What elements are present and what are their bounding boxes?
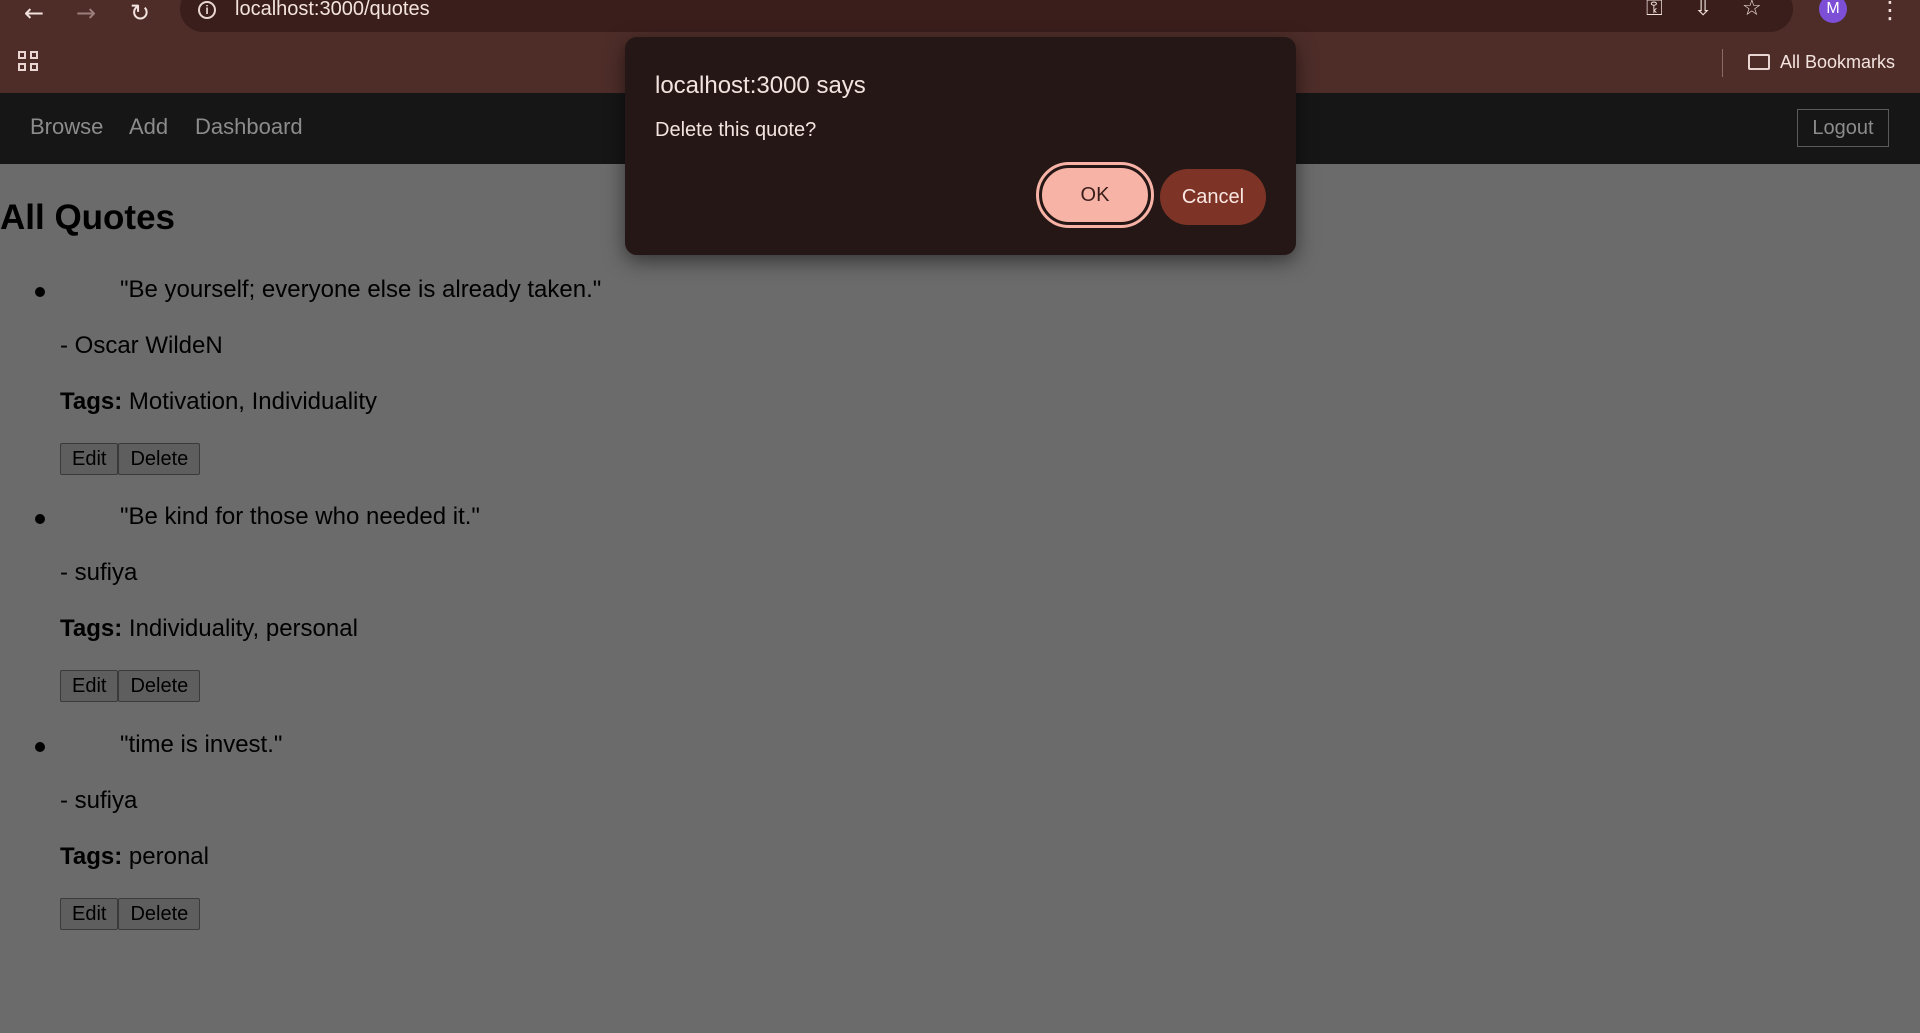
reload-icon[interactable]: ↻ bbox=[120, 0, 160, 30]
quote-text: "Be kind for those who needed it." bbox=[120, 503, 480, 530]
quote-text: "Be yourself; everyone else is already t… bbox=[120, 276, 602, 303]
ok-button[interactable]: OK bbox=[1036, 162, 1154, 228]
all-bookmarks-button[interactable]: All Bookmarks bbox=[1748, 50, 1895, 74]
logout-button[interactable]: Logout bbox=[1797, 109, 1889, 147]
quote-item: "Be yourself; everyone else is already t… bbox=[0, 276, 900, 496]
tags-value: Motivation, Individuality bbox=[128, 388, 378, 415]
cancel-button[interactable]: Cancel bbox=[1160, 169, 1266, 225]
quote-actions: Edit Delete bbox=[60, 670, 201, 702]
browser-toolbar: ← → ↻ i localhost:3000/quotes ⚿ ⇩ ☆ M ⋮ bbox=[0, 0, 1920, 34]
tags-value: peronal bbox=[128, 843, 209, 870]
confirm-dialog: localhost:3000 says Delete this quote? O… bbox=[625, 37, 1296, 255]
tags-value: Individuality, personal bbox=[128, 615, 358, 642]
quote-item: "Be kind for those who needed it." - suf… bbox=[0, 503, 900, 723]
tags-label: Tags: bbox=[60, 388, 123, 415]
nav-link-dashboard[interactable]: Dashboard bbox=[195, 114, 303, 140]
quote-actions: Edit Delete bbox=[60, 443, 201, 475]
quote-text: "time is invest." bbox=[120, 731, 283, 758]
quote-tags: Tags: peronal bbox=[60, 843, 209, 871]
forward-icon[interactable]: → bbox=[66, 0, 106, 30]
all-bookmarks-label: All Bookmarks bbox=[1780, 52, 1896, 72]
bookmark-star-icon[interactable]: ☆ bbox=[1742, 0, 1762, 21]
list-bullet bbox=[35, 742, 45, 752]
tags-label: Tags: bbox=[60, 615, 123, 642]
back-icon[interactable]: ← bbox=[14, 0, 54, 30]
page-title: All Quotes bbox=[0, 198, 176, 237]
tags-label: Tags: bbox=[60, 843, 123, 870]
list-bullet bbox=[35, 287, 45, 297]
address-bar[interactable]: i localhost:3000/quotes ⚿ ⇩ ☆ bbox=[180, 0, 1793, 32]
nav-link-add[interactable]: Add bbox=[129, 114, 168, 140]
apps-grid-icon[interactable] bbox=[18, 51, 40, 73]
url-text[interactable]: localhost:3000/quotes bbox=[235, 0, 430, 21]
bookmarks-divider bbox=[1722, 49, 1723, 77]
quote-author: - Oscar WildeN bbox=[60, 332, 223, 359]
profile-avatar[interactable]: M bbox=[1819, 0, 1847, 23]
dialog-title: localhost:3000 says bbox=[655, 72, 866, 99]
folder-icon bbox=[1748, 54, 1770, 70]
quote-tags: Tags: Motivation, Individuality bbox=[60, 388, 377, 416]
quote-tags: Tags: Individuality, personal bbox=[60, 615, 358, 643]
quote-author: - sufiya bbox=[60, 787, 138, 814]
password-key-icon[interactable]: ⚿ bbox=[1646, 0, 1663, 21]
delete-button[interactable]: Delete bbox=[118, 670, 201, 702]
quote-item: "time is invest." - sufiya Tags: peronal… bbox=[0, 731, 900, 951]
dialog-message: Delete this quote? bbox=[655, 119, 817, 141]
browser-menu-icon[interactable]: ⋮ bbox=[1878, 0, 1902, 24]
quote-actions: Edit Delete bbox=[60, 898, 201, 930]
delete-button[interactable]: Delete bbox=[118, 898, 201, 930]
edit-button[interactable]: Edit bbox=[60, 443, 119, 475]
install-app-icon[interactable]: ⇩ bbox=[1694, 0, 1712, 21]
list-bullet bbox=[35, 514, 45, 524]
delete-button[interactable]: Delete bbox=[118, 443, 201, 475]
edit-button[interactable]: Edit bbox=[60, 898, 119, 930]
edit-button[interactable]: Edit bbox=[60, 670, 119, 702]
nav-link-browse[interactable]: Browse bbox=[30, 114, 103, 140]
quote-author: - sufiya bbox=[60, 559, 138, 586]
site-info-icon[interactable]: i bbox=[198, 1, 216, 19]
